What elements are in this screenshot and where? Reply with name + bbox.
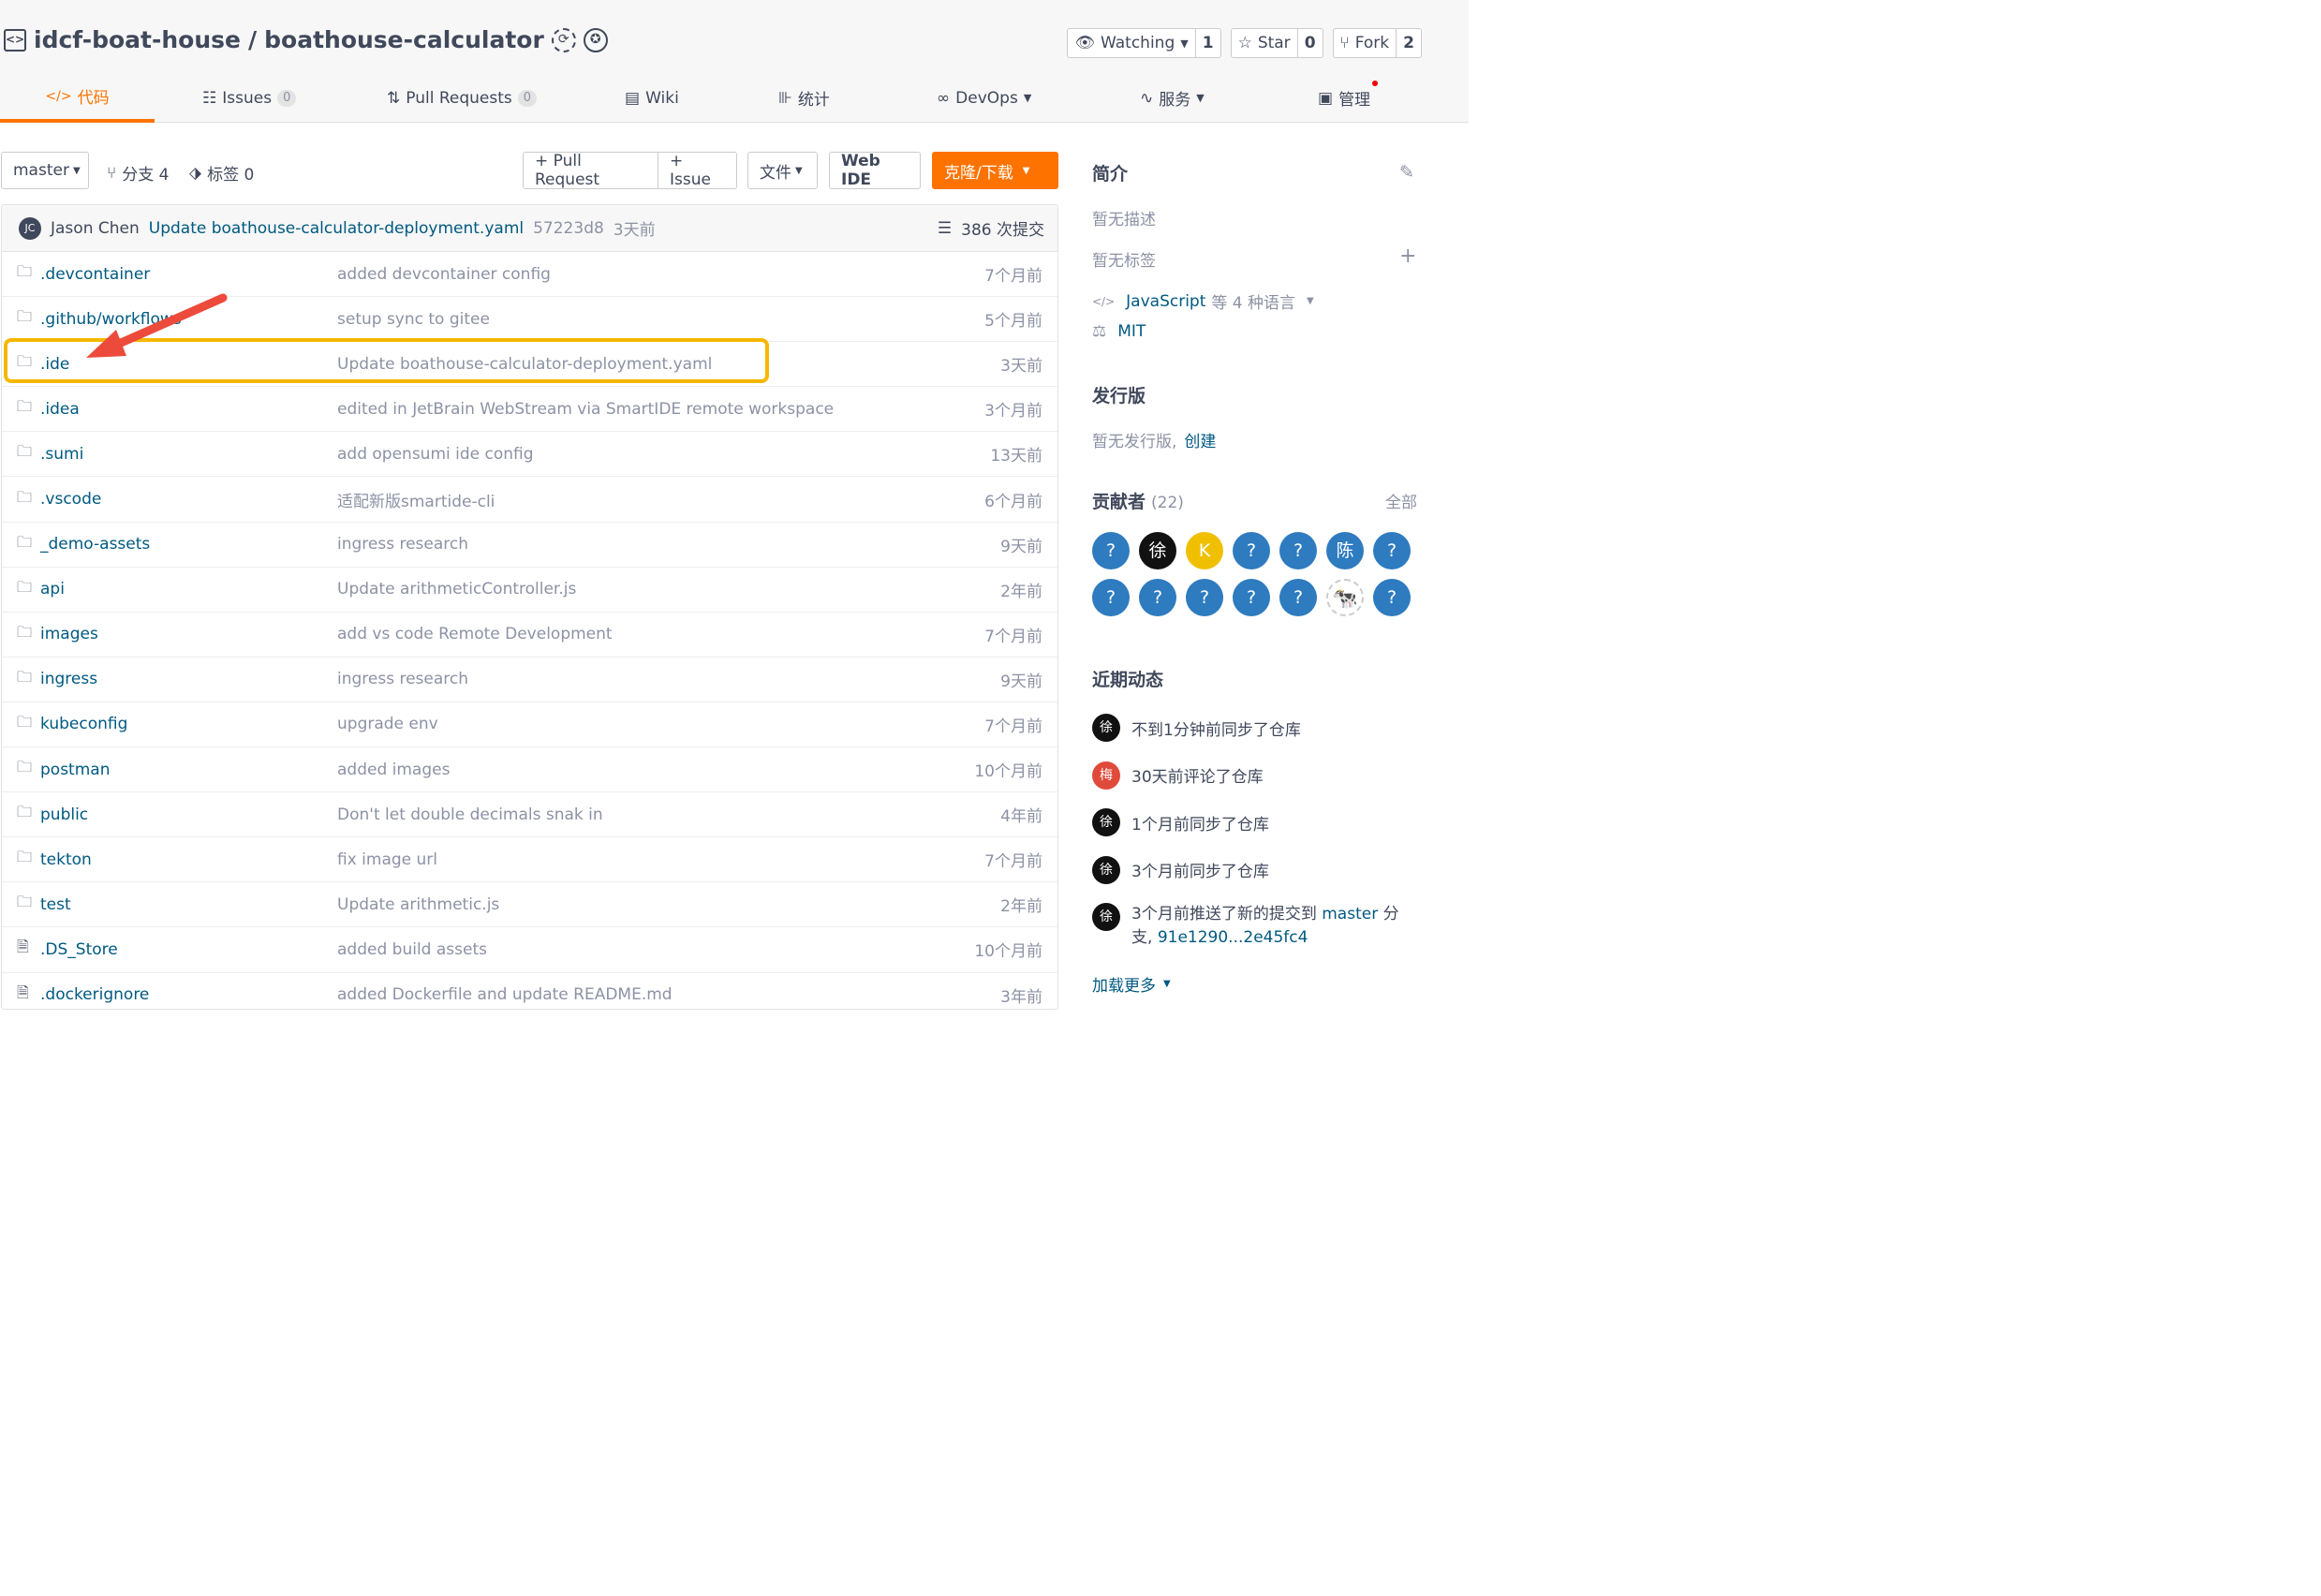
avatar[interactable]: ? bbox=[1233, 532, 1270, 569]
arrow-head bbox=[86, 330, 126, 358]
avatar[interactable]: K bbox=[1186, 532, 1223, 569]
caret-down-icon: ▼ bbox=[1307, 296, 1314, 306]
language-more: 等 4 种语言 bbox=[1211, 294, 1295, 313]
license-row[interactable]: ⚖ MIT bbox=[1092, 322, 1146, 341]
avatar[interactable]: ? bbox=[1092, 579, 1130, 616]
add-tag-icon[interactable]: + bbox=[1399, 244, 1416, 268]
activity-text: 3个月前推送了新的提交到 master 分支, 91e1290...2e45fc… bbox=[1131, 903, 1412, 950]
contributors-title: 贡献者 bbox=[1092, 492, 1146, 512]
compare-link[interactable]: 91e1290...2e45fc4 bbox=[1158, 928, 1308, 947]
avatar[interactable]: ? bbox=[1139, 579, 1176, 616]
activity-text: 30天前评论了仓库 bbox=[1131, 768, 1264, 787]
avatar[interactable]: 徐 bbox=[1092, 903, 1120, 931]
caret-down-icon: ▼ bbox=[1163, 979, 1171, 989]
activity-item: 徐 1个月前同步了仓库 bbox=[1092, 808, 1269, 836]
no-release: 暂无发行版, bbox=[1092, 433, 1177, 451]
avatar[interactable]: ? bbox=[1373, 532, 1411, 569]
avatar[interactable]: 徐 bbox=[1092, 855, 1120, 884]
activity-text: 1个月前同步了仓库 bbox=[1131, 815, 1269, 835]
activity-item: 徐 3个月前推送了新的提交到 master 分支, 91e1290...2e45… bbox=[1092, 903, 1412, 950]
avatar[interactable]: 徐 bbox=[1139, 532, 1176, 569]
arrow-shaft bbox=[108, 293, 228, 351]
release-title: 发行版 bbox=[1092, 386, 1146, 406]
no-description: 暂无描述 bbox=[1092, 211, 1156, 229]
edit-icon[interactable]: ✎ bbox=[1399, 162, 1414, 183]
activity-pre: 3个月前推送了新的提交到 bbox=[1131, 905, 1317, 924]
avatar[interactable]: 梅 bbox=[1092, 761, 1120, 790]
avatar[interactable]: 陈 bbox=[1326, 532, 1364, 569]
avatar[interactable]: ? bbox=[1092, 532, 1130, 569]
contributors-heading: 贡献者 (22) bbox=[1092, 488, 1184, 513]
activity-item: 徐不到1分钟前同步了仓库 bbox=[1092, 714, 1301, 742]
activity-title: 近期动态 bbox=[1092, 670, 1164, 690]
load-more-button[interactable]: 加载更多 ▼ bbox=[1092, 972, 1171, 996]
avatar[interactable]: ? bbox=[1186, 579, 1223, 616]
avatar[interactable]: 🐄 bbox=[1326, 579, 1364, 616]
intro-title: 简介 bbox=[1092, 164, 1129, 185]
activity-item: 徐 3个月前同步了仓库 bbox=[1092, 855, 1269, 884]
scale-icon: ⚖ bbox=[1092, 322, 1107, 341]
avatar[interactable]: ? bbox=[1373, 579, 1411, 616]
avatar[interactable]: 徐 bbox=[1092, 808, 1120, 836]
avatar[interactable]: 徐 bbox=[1092, 714, 1120, 742]
activity-text: 不到1分钟前同步了仓库 bbox=[1131, 720, 1301, 740]
branch-link[interactable]: master bbox=[1322, 905, 1378, 924]
create-release-link[interactable]: 创建 bbox=[1184, 428, 1216, 451]
release-row: 暂无发行版, 创建 bbox=[1092, 428, 1216, 451]
activity-text: 3个月前同步了仓库 bbox=[1131, 863, 1269, 881]
all-contributors-link[interactable]: 全部 bbox=[1385, 489, 1417, 512]
contributors-count: (22) bbox=[1151, 494, 1184, 512]
no-tags: 暂无标签 bbox=[1092, 252, 1156, 271]
avatar[interactable]: ? bbox=[1279, 532, 1317, 569]
activity-item: 梅 30天前评论了仓库 bbox=[1092, 761, 1264, 790]
code-icon: </> bbox=[1092, 294, 1116, 308]
language-link[interactable]: JavaScript bbox=[1126, 292, 1205, 311]
avatar[interactable]: ? bbox=[1233, 579, 1270, 616]
language-row[interactable]: </> JavaScript 等 4 种语言 ▼ bbox=[1092, 289, 1314, 314]
load-more-label: 加载更多 bbox=[1092, 977, 1156, 996]
avatar[interactable]: ? bbox=[1279, 579, 1317, 616]
license-link[interactable]: MIT bbox=[1117, 322, 1146, 341]
